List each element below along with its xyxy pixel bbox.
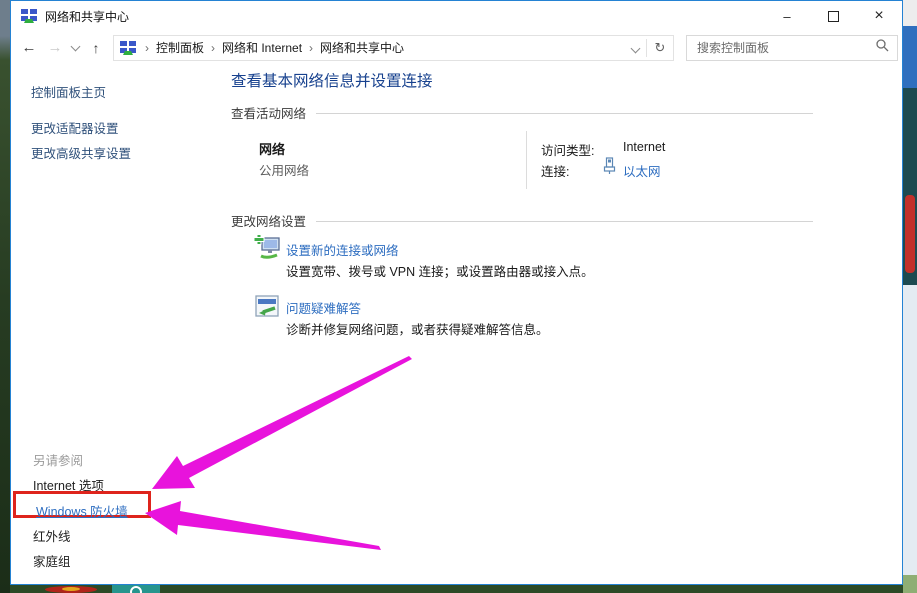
network-sharing-center-window: 网络和共享中心 – × ← → ↑ › 控制面板 › xyxy=(10,0,903,585)
windows-firewall-link[interactable]: Windows 防火墙 xyxy=(36,501,128,520)
troubleshoot-link[interactable]: 问题疑难解答 xyxy=(286,298,361,317)
internet-options-link[interactable]: Internet 选项 xyxy=(33,475,104,494)
desktop-fragment xyxy=(905,195,915,273)
desktop-bottom-strip xyxy=(10,585,903,593)
breadcrumb-separator: › xyxy=(206,41,220,55)
desktop-fragment xyxy=(62,587,80,591)
section-change-network-settings: 更改网络设置 xyxy=(231,211,813,230)
magnifier-icon[interactable] xyxy=(876,39,889,57)
network-name: 网络 xyxy=(259,139,285,158)
setup-new-connection-desc: 设置宽带、拨号或 VPN 连接；或设置路由器或接入点。 xyxy=(286,261,594,280)
chevron-down-icon xyxy=(70,41,80,51)
chevron-down-icon xyxy=(630,43,640,53)
address-bar-right: ↻ xyxy=(624,36,673,60)
desktop-fragment xyxy=(903,26,917,88)
forward-icon: → xyxy=(48,39,63,56)
breadcrumb-control-panel[interactable]: 控制面板 xyxy=(154,39,206,56)
access-type-value: Internet xyxy=(623,140,665,154)
breadcrumb-network-internet[interactable]: 网络和 Internet xyxy=(220,39,304,56)
navigation-toolbar: ← → ↑ › 控制面板 › 网络和 Internet › 网络和共享中心 xyxy=(11,31,902,64)
divider xyxy=(316,221,813,222)
divider xyxy=(316,113,813,114)
desktop-fragment xyxy=(903,285,917,575)
connection-ethernet-link[interactable]: 以太网 xyxy=(623,161,661,180)
ethernet-plug-icon xyxy=(603,157,616,180)
forward-button[interactable]: → xyxy=(43,35,67,61)
setup-new-connection-link[interactable]: 设置新的连接或网络 xyxy=(286,240,399,259)
minimize-icon: – xyxy=(783,9,790,24)
window-controls: – × xyxy=(764,1,902,31)
close-button[interactable]: × xyxy=(856,1,902,31)
refresh-icon: ↻ xyxy=(655,40,666,55)
troubleshoot-desc: 诊断并修复网络问题，或者获得疑难解答信息。 xyxy=(286,319,549,338)
breadcrumb-network-sharing-center[interactable]: 网络和共享中心 xyxy=(318,39,406,56)
up-icon: ↑ xyxy=(93,40,100,56)
connection-label: 连接: xyxy=(541,161,569,180)
see-also-header: 另请参阅 xyxy=(33,450,83,469)
page-title: 查看基本网络信息并设置连接 xyxy=(231,69,433,91)
titlebar: 网络和共享中心 – × xyxy=(11,1,902,31)
access-type-label: 访问类型: xyxy=(541,140,594,159)
breadcrumb-separator: › xyxy=(304,41,318,55)
section-label: 更改网络设置 xyxy=(231,211,306,230)
refresh-button[interactable]: ↻ xyxy=(647,40,673,56)
divider xyxy=(526,131,527,189)
minimize-button[interactable]: – xyxy=(764,1,810,31)
section-view-active-networks: 查看活动网络 xyxy=(231,103,813,122)
search-input[interactable] xyxy=(695,37,868,59)
breadcrumb-separator: › xyxy=(140,41,154,55)
infrared-link[interactable]: 红外线 xyxy=(33,526,71,545)
search-box xyxy=(686,35,898,61)
sidebar-item-change-adapter-settings[interactable]: 更改适配器设置 xyxy=(31,118,119,137)
desktop-fragment xyxy=(112,585,160,593)
sidebar-item-control-panel-home[interactable]: 控制面板主页 xyxy=(31,82,106,101)
network-type: 公用网络 xyxy=(259,160,309,179)
address-dropdown-button[interactable] xyxy=(624,41,646,55)
close-icon: × xyxy=(874,7,883,25)
up-button[interactable]: ↑ xyxy=(83,35,109,61)
back-icon: ← xyxy=(22,39,37,56)
back-button[interactable]: ← xyxy=(15,35,43,61)
desktop-fragment xyxy=(903,88,917,285)
network-sharing-center-icon xyxy=(21,8,37,24)
section-label: 查看活动网络 xyxy=(231,103,306,122)
address-bar[interactable]: › 控制面板 › 网络和 Internet › 网络和共享中心 ↻ xyxy=(113,35,674,61)
recent-pages-button[interactable] xyxy=(67,35,83,61)
window-title: 网络和共享中心 xyxy=(45,8,129,25)
desktop-left-strip xyxy=(0,0,10,593)
homegroup-link[interactable]: 家庭组 xyxy=(33,551,71,570)
desktop-fragment xyxy=(903,575,917,593)
maximize-button[interactable] xyxy=(810,1,856,31)
sidebar-item-change-advanced-sharing[interactable]: 更改高级共享设置 xyxy=(31,143,131,162)
desktop-right-strip xyxy=(903,0,917,593)
desktop-fragment xyxy=(903,0,917,26)
new-connection-icon xyxy=(253,233,281,266)
network-sharing-center-icon xyxy=(120,40,136,56)
troubleshoot-icon xyxy=(255,294,279,323)
maximize-icon xyxy=(828,11,839,22)
